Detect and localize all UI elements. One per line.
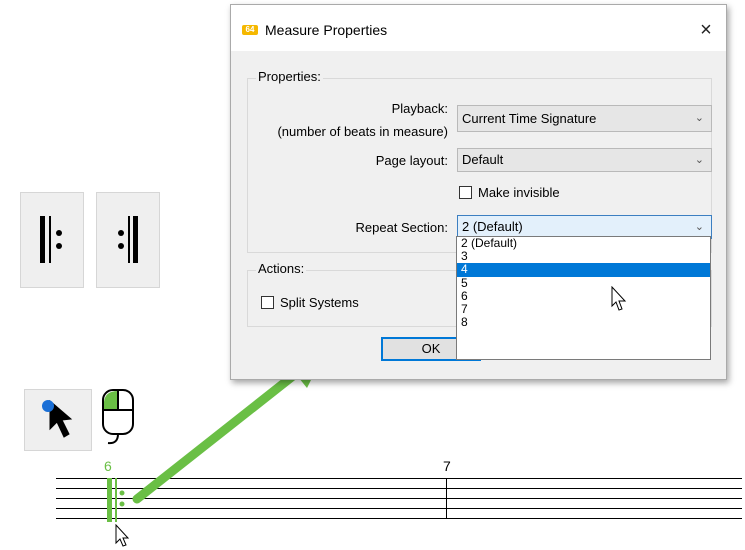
repeat-section-select-value: 2 (Default)	[462, 219, 523, 234]
dropdown-option[interactable]: 7	[457, 302, 710, 316]
split-systems-checkbox[interactable]	[261, 296, 274, 309]
repeat-section-label: Repeat Section:	[355, 220, 448, 235]
page-layout-select-value: Default	[462, 152, 504, 167]
dropdown-option-selected[interactable]: 4	[457, 263, 710, 277]
playback-select[interactable]: Current Time Signature ⌄	[457, 105, 712, 132]
close-button[interactable]: ×	[693, 17, 719, 43]
actions-group-label: Actions:	[256, 261, 307, 276]
chevron-down-icon: ⌄	[694, 154, 704, 166]
arrow-pointer-icon	[611, 286, 627, 311]
page-layout-select[interactable]: Default ⌄	[457, 148, 712, 172]
playback-label-sub: (number of beats in measure)	[277, 124, 448, 139]
chevron-down-icon: ⌄	[694, 221, 704, 233]
make-invisible-label: Make invisible	[478, 185, 560, 200]
dropdown-option[interactable]: 2 (Default)	[457, 236, 710, 250]
dialog-title: Measure Properties	[265, 22, 388, 38]
repeat-section-dropdown-list: 2 (Default) 3 4 5 6 7 8	[456, 236, 711, 360]
dropdown-option[interactable]: 3	[457, 250, 710, 263]
dropdown-option[interactable]: 5	[457, 276, 710, 290]
playback-select-value: Current Time Signature	[462, 111, 597, 126]
playback-label: Playback:	[391, 101, 448, 116]
app-icon: 64	[242, 25, 258, 35]
split-systems-label: Split Systems	[280, 295, 359, 310]
make-invisible-checkbox[interactable]	[459, 186, 472, 199]
chevron-down-icon: ⌄	[694, 112, 704, 124]
page-layout-label: Page layout:	[375, 153, 448, 168]
dialog-titlebar: 64 Measure Properties ×	[231, 5, 726, 51]
dropdown-option[interactable]: 8	[457, 316, 710, 329]
properties-group-label: Properties:	[256, 69, 323, 84]
dropdown-option[interactable]: 6	[457, 289, 710, 303]
